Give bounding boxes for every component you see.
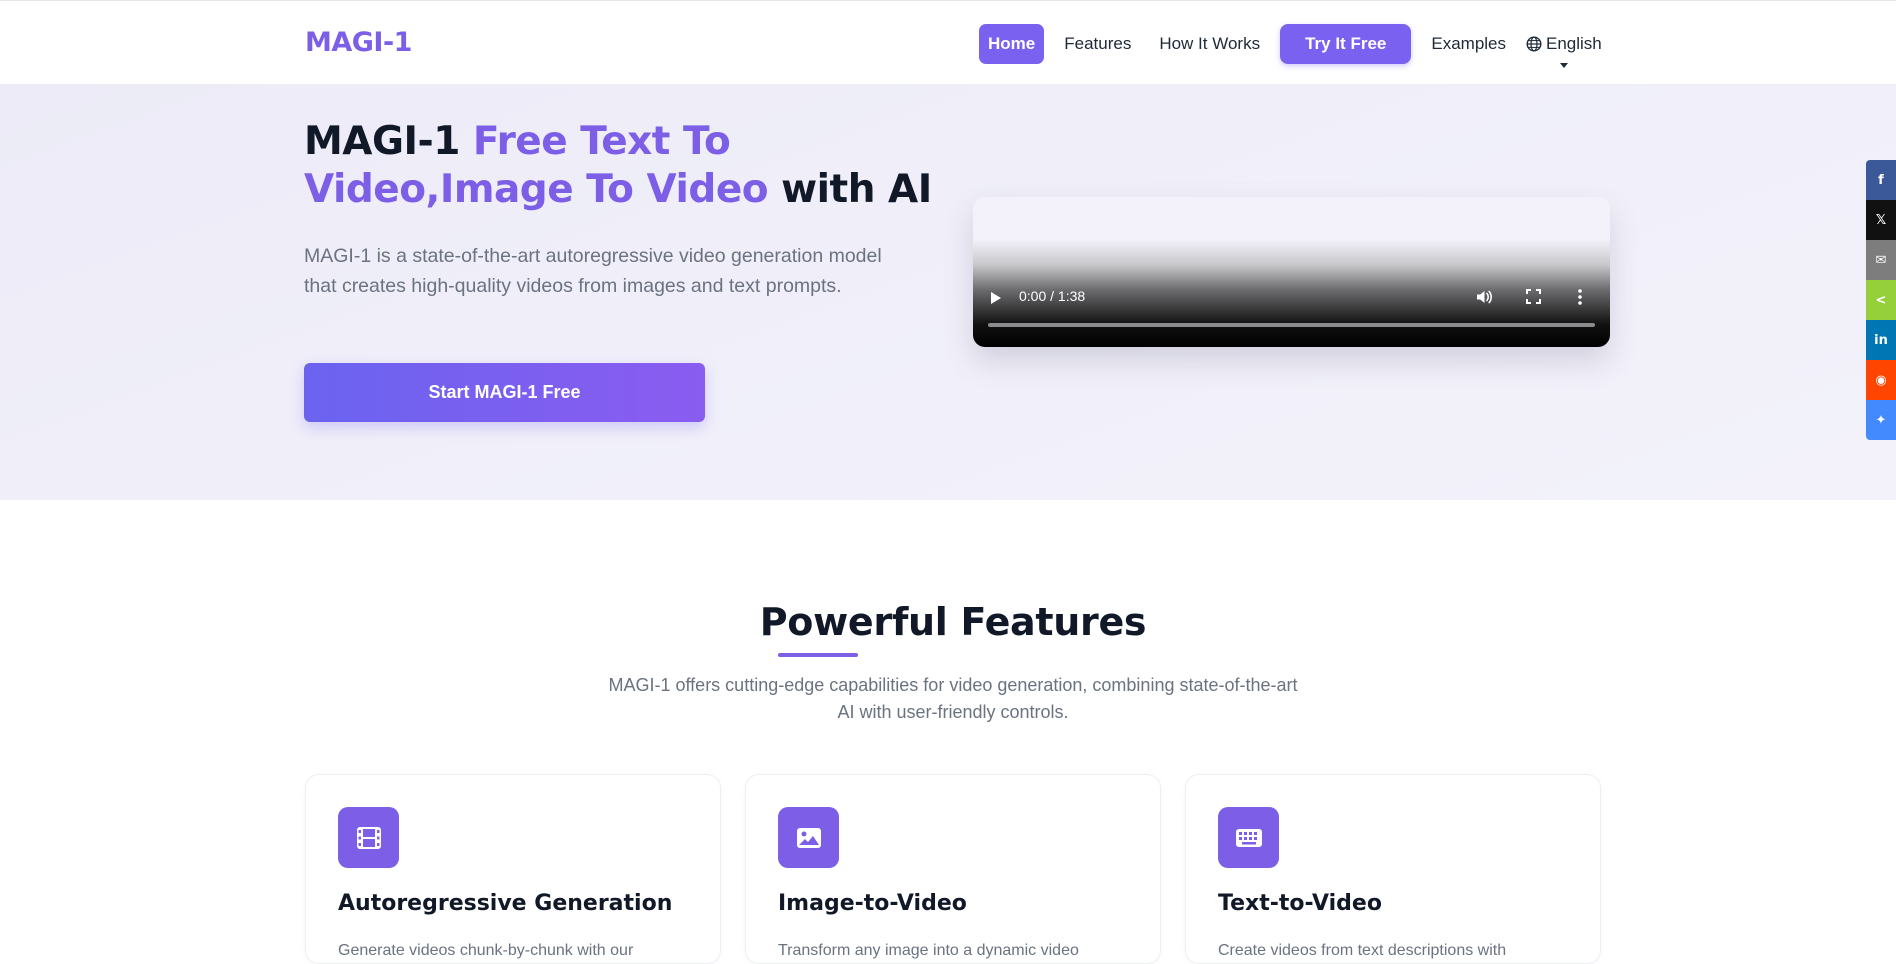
globe-icon bbox=[1526, 36, 1542, 52]
share-icon[interactable]: < bbox=[1866, 280, 1896, 320]
play-icon[interactable] bbox=[991, 292, 1001, 304]
messenger-icon[interactable]: ✦ bbox=[1866, 400, 1896, 440]
hero-section: MAGI-1 Free Text To Video,Image To Video… bbox=[0, 85, 1896, 500]
hero-description: MAGI-1 is a state-of-the-art autoregress… bbox=[304, 245, 882, 297]
nav-examples[interactable]: Examples bbox=[1423, 24, 1514, 64]
volume-icon[interactable] bbox=[1475, 288, 1493, 310]
site-header: MAGI-1 Home Features How It Works Try It… bbox=[0, 0, 1896, 85]
nav-how-it-works[interactable]: How It Works bbox=[1151, 24, 1268, 64]
facebook-icon[interactable]: f bbox=[1866, 160, 1896, 200]
language-selector[interactable]: English bbox=[1518, 24, 1610, 68]
feature-card-text: Transform any image into a dynamic video bbox=[778, 942, 1079, 959]
feature-card-title: Text-to-Video bbox=[1218, 891, 1382, 916]
reddit-icon[interactable]: ◉ bbox=[1866, 360, 1896, 400]
share-rail: f 𝕏 ✉ < in ◉ ✦ bbox=[1866, 160, 1896, 440]
feature-card: Image-to-Video Transform any image into … bbox=[745, 774, 1161, 964]
nav-try-it-free-button[interactable]: Try It Free bbox=[1280, 24, 1412, 64]
language-label: English bbox=[1546, 34, 1602, 53]
main-nav: Home Features How It Works Try It Free E… bbox=[979, 23, 1610, 68]
feature-card: Autoregressive Generation Generate video… bbox=[305, 774, 721, 964]
video-progress-track[interactable] bbox=[988, 323, 1595, 327]
image-icon bbox=[778, 807, 839, 868]
video-time: 0:00 / 1:38 bbox=[1019, 288, 1086, 304]
video-player[interactable]: 0:00 / 1:38 bbox=[973, 197, 1610, 347]
features-title: Powerful Features bbox=[759, 600, 1147, 644]
feature-card-text: Generate videos chunk-by-chunk with our bbox=[338, 942, 634, 959]
start-free-button[interactable]: Start MAGI-1 Free bbox=[304, 363, 705, 422]
hero-title-part1: MAGI-1 bbox=[304, 119, 473, 164]
x-icon[interactable]: 𝕏 bbox=[1866, 200, 1896, 240]
title-underline bbox=[778, 653, 858, 657]
hero-title-part2: with AI bbox=[768, 167, 932, 212]
logo[interactable]: MAGI-1 bbox=[305, 27, 412, 58]
feature-card-text: Create videos from text descriptions wit… bbox=[1218, 942, 1507, 959]
nav-home[interactable]: Home bbox=[979, 24, 1045, 64]
email-icon[interactable]: ✉ bbox=[1866, 240, 1896, 280]
nav-features[interactable]: Features bbox=[1056, 24, 1139, 64]
fullscreen-icon[interactable] bbox=[1526, 289, 1541, 308]
keyboard-icon bbox=[1218, 807, 1279, 868]
film-icon bbox=[338, 807, 399, 868]
feature-card-title: Image-to-Video bbox=[778, 891, 967, 916]
chevron-down-icon bbox=[1559, 63, 1568, 68]
feature-card: Text-to-Video Create videos from text de… bbox=[1185, 774, 1601, 964]
features-subtitle: MAGI-1 offers cutting-edge capabilities … bbox=[608, 675, 1298, 722]
linkedin-icon[interactable]: in bbox=[1866, 320, 1896, 360]
more-options-icon[interactable] bbox=[1577, 288, 1583, 310]
feature-card-title: Autoregressive Generation bbox=[338, 891, 673, 916]
hero-title: MAGI-1 Free Text To Video,Image To Video… bbox=[304, 118, 944, 214]
